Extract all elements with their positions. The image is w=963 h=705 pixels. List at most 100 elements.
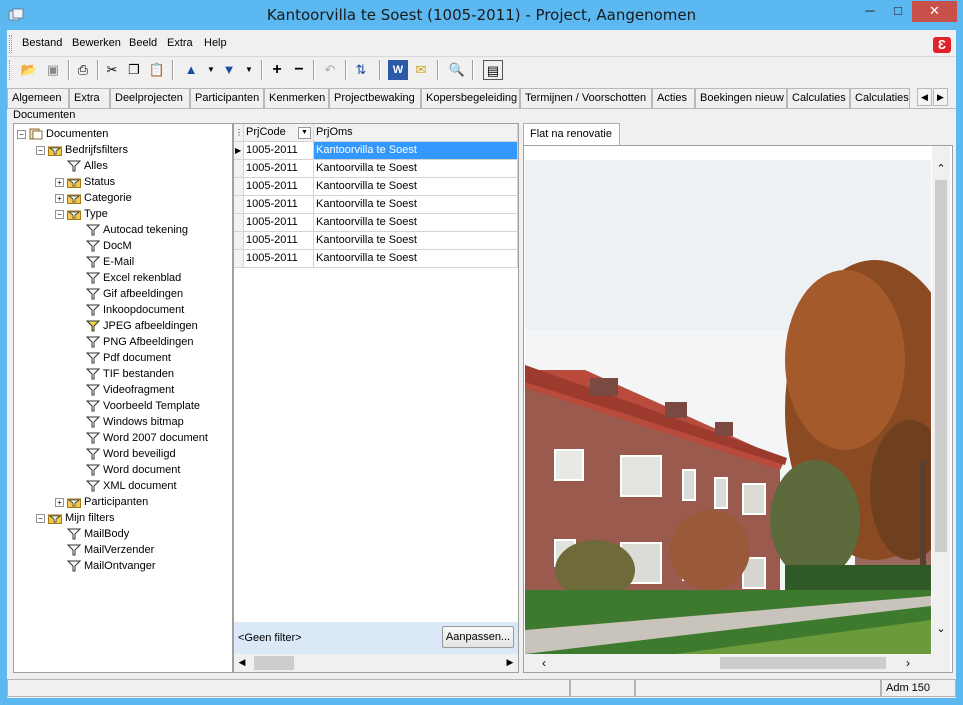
column-filter-dropdown-icon[interactable]: ▼ bbox=[298, 127, 311, 139]
expand-icon[interactable]: + bbox=[55, 193, 64, 203]
tab-acties[interactable]: Acties bbox=[652, 88, 695, 109]
tree-node[interactable]: DocM bbox=[17, 238, 232, 254]
table-cell-prjoms[interactable]: Kantoorvilla te Soest bbox=[314, 214, 518, 232]
tree-node[interactable]: Excel rekenblad bbox=[17, 270, 232, 286]
tree-node[interactable]: E-Mail bbox=[17, 254, 232, 270]
tree-node[interactable]: MailBody bbox=[17, 526, 232, 542]
project-grid[interactable]: ⋮ PrjCode ▼ PrjOms ▶ 1005-2011 Kantoorvill… bbox=[233, 123, 519, 673]
menu-extra[interactable]: Extra bbox=[167, 37, 193, 49]
print-icon[interactable]: ⎙ bbox=[73, 60, 93, 80]
toolbar-grip[interactable] bbox=[9, 60, 12, 80]
tab-calculaties-2[interactable]: Calculaties bbox=[850, 88, 910, 109]
tree-node[interactable]: TIF bestanden bbox=[17, 366, 232, 382]
preview-vertical-scrollbar[interactable]: ⌃ ⌄ bbox=[932, 146, 950, 654]
refresh-icon[interactable]: ⇅ bbox=[351, 60, 371, 80]
tree-node[interactable]: MailOntvanger bbox=[17, 558, 232, 574]
tab-kopersbegeleiding[interactable]: Kopersbegeleiding bbox=[421, 88, 520, 109]
tab-algemeen[interactable]: Algemeen bbox=[7, 88, 69, 109]
print-preview-icon[interactable]: 🔍 bbox=[447, 60, 467, 80]
tree-node[interactable]: + Categorie bbox=[17, 190, 232, 206]
table-cell-prjcode[interactable]: 1005-2011 bbox=[244, 142, 314, 160]
column-header-prjcode[interactable]: PrjCode ▼ bbox=[244, 124, 314, 142]
scroll-thumb[interactable] bbox=[254, 656, 294, 670]
tree-node[interactable]: Pdf document bbox=[17, 350, 232, 366]
table-cell-prjoms[interactable]: Kantoorvilla te Soest bbox=[314, 232, 518, 250]
tree-node[interactable]: Inkoopdocument bbox=[17, 302, 232, 318]
collapse-icon[interactable]: − bbox=[17, 129, 26, 139]
undo-icon[interactable]: ↶ bbox=[320, 60, 340, 80]
table-cell-prjoms[interactable]: Kantoorvilla te Soest bbox=[314, 142, 518, 160]
collapse-icon[interactable]: − bbox=[55, 209, 64, 219]
close-button[interactable]: ✕ bbox=[912, 1, 957, 22]
tree-node[interactable]: + Status bbox=[17, 174, 232, 190]
tree-node[interactable]: Alles bbox=[17, 158, 232, 174]
tree-node[interactable]: MailVerzender bbox=[17, 542, 232, 558]
row-indicator[interactable] bbox=[234, 196, 244, 214]
row-indicator[interactable] bbox=[234, 232, 244, 250]
table-cell-prjcode[interactable]: 1005-2011 bbox=[244, 214, 314, 232]
scroll-thumb[interactable] bbox=[720, 657, 886, 669]
tree-node[interactable]: − Mijn filters bbox=[17, 510, 232, 526]
menu-beeld[interactable]: Beeld bbox=[129, 37, 157, 49]
tree-node[interactable]: Word beveiligd bbox=[17, 446, 232, 462]
mail-icon[interactable]: ✉ bbox=[411, 60, 431, 80]
row-indicator[interactable] bbox=[234, 178, 244, 196]
tree-node[interactable]: XML document bbox=[17, 478, 232, 494]
tree-node[interactable]: PNG Afbeeldingen bbox=[17, 334, 232, 350]
copy-icon[interactable]: ❐ bbox=[124, 60, 144, 80]
layout-icon[interactable]: ▤ bbox=[483, 60, 503, 80]
tab-scroll-left-icon[interactable]: ◀ bbox=[917, 88, 932, 106]
menu-help[interactable]: Help bbox=[204, 37, 227, 49]
add-icon[interactable]: + bbox=[267, 60, 287, 80]
collapse-icon[interactable]: − bbox=[36, 145, 45, 155]
table-cell-prjcode[interactable]: 1005-2011 bbox=[244, 250, 314, 268]
tab-scroll-right-icon[interactable]: ▶ bbox=[933, 88, 948, 106]
word-icon[interactable]: W bbox=[388, 60, 408, 80]
chevron-down-icon[interactable]: ▼ bbox=[239, 60, 259, 80]
minimize-button[interactable]: ─ bbox=[856, 1, 884, 22]
tree-node[interactable]: + Participanten bbox=[17, 494, 232, 510]
menu-bewerken[interactable]: Bewerken bbox=[72, 37, 121, 49]
scroll-up-icon[interactable]: ⌃ bbox=[935, 162, 947, 175]
tree-node[interactable]: Voorbeeld Template bbox=[17, 398, 232, 414]
open-folder-icon[interactable]: 📂 bbox=[19, 60, 39, 80]
tab-termijnen-voorschotten[interactable]: Termijnen / Voorschotten bbox=[520, 88, 652, 109]
tab-kenmerken[interactable]: Kenmerken bbox=[264, 88, 329, 109]
chevron-down-icon[interactable]: ▼ bbox=[201, 60, 221, 80]
tab-participanten[interactable]: Participanten bbox=[190, 88, 264, 109]
table-cell-prjoms[interactable]: Kantoorvilla te Soest bbox=[314, 196, 518, 214]
table-cell-prjcode[interactable]: 1005-2011 bbox=[244, 178, 314, 196]
scroll-right-icon[interactable]: › bbox=[902, 656, 914, 670]
arrow-up-icon[interactable]: ▲ bbox=[181, 60, 201, 80]
table-cell-prjcode[interactable]: 1005-2011 bbox=[244, 160, 314, 178]
menu-bestand[interactable]: Bestand bbox=[22, 37, 62, 49]
tree-node[interactable]: − Bedrijfsfilters bbox=[17, 142, 232, 158]
maximize-button[interactable]: □ bbox=[884, 1, 912, 22]
table-cell-prjcode[interactable]: 1005-2011 bbox=[244, 232, 314, 250]
save-icon[interactable]: ▣ bbox=[43, 60, 63, 80]
tab-projectbewaking[interactable]: Projectbewaking bbox=[329, 88, 421, 109]
scroll-left-icon[interactable]: ◀ bbox=[236, 657, 248, 668]
tree-node[interactable]: Word document bbox=[17, 462, 232, 478]
tree-node[interactable]: Autocad tekening bbox=[17, 222, 232, 238]
tree-node[interactable]: − Type bbox=[17, 206, 232, 222]
row-indicator[interactable] bbox=[234, 214, 244, 232]
tab-calculaties[interactable]: Calculaties bbox=[787, 88, 850, 109]
scroll-left-icon[interactable]: ‹ bbox=[538, 656, 550, 670]
customize-button[interactable]: Aanpassen... bbox=[442, 626, 514, 648]
tree-node[interactable]: Word 2007 document bbox=[17, 430, 232, 446]
remove-icon[interactable]: − bbox=[289, 60, 309, 80]
table-cell-prjcode[interactable]: 1005-2011 bbox=[244, 196, 314, 214]
scroll-down-icon[interactable]: ⌄ bbox=[935, 622, 947, 635]
expand-icon[interactable]: + bbox=[55, 177, 64, 187]
scroll-thumb[interactable] bbox=[935, 180, 947, 552]
tree-node[interactable]: − Documenten bbox=[17, 126, 232, 142]
expand-icon[interactable]: + bbox=[55, 497, 64, 507]
filter-tree[interactable]: − Documenten − Bedrijfsfilters Alles + Status +… bbox=[13, 123, 233, 673]
tab-extra[interactable]: Extra bbox=[69, 88, 110, 109]
paste-icon[interactable]: 📋 bbox=[147, 60, 167, 80]
tree-node[interactable]: Windows bitmap bbox=[17, 414, 232, 430]
tree-node[interactable]: Videofragment bbox=[17, 382, 232, 398]
row-indicator[interactable]: ▶ bbox=[234, 142, 244, 160]
collapse-icon[interactable]: − bbox=[36, 513, 45, 523]
